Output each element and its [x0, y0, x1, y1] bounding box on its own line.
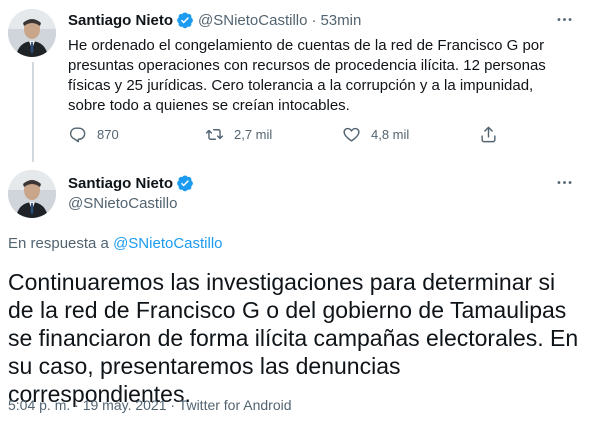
author-name[interactable]: Santiago Nieto: [68, 12, 173, 29]
avatar[interactable]: [8, 170, 56, 218]
reply-text: Continuaremos las investigaciones para d…: [8, 269, 579, 407]
tweet-time[interactable]: 53min: [320, 12, 361, 29]
tweet-actions: 870 2,7 mil 4,8 mil: [68, 125, 498, 144]
in-reply-to: En respuesta a @SNietoCastillo: [8, 235, 223, 252]
separator-dot: ·: [311, 11, 317, 29]
tweet-timestamp[interactable]: 5:04 p. m. · 19 may. 2021 · Twitter for …: [8, 397, 292, 413]
tweet-text: He ordenado el congelamiento de cuentas …: [68, 37, 546, 114]
reply-icon: [69, 127, 86, 143]
more-options-icon[interactable]: [555, 173, 574, 197]
reply-button[interactable]: 870: [68, 125, 168, 144]
avatar[interactable]: [8, 9, 56, 57]
share-button[interactable]: [479, 125, 498, 144]
author-handle[interactable]: @SNietoCastillo: [198, 12, 307, 29]
share-icon: [481, 126, 496, 143]
more-options-icon[interactable]: [555, 10, 574, 34]
author-name[interactable]: Santiago Nieto: [68, 175, 173, 192]
verified-badge-icon: [176, 174, 194, 192]
in-reply-handle-link[interactable]: @SNietoCastillo: [113, 235, 222, 252]
thread-connector-line: [32, 62, 34, 162]
retweet-count: 2,7 mil: [234, 127, 273, 142]
reply-count: 870: [97, 127, 119, 142]
in-reply-prefix: En respuesta a: [8, 235, 109, 252]
retweet-icon: [205, 129, 224, 140]
tweet-header: Santiago Nieto @SNietoCastillo · 53min: [68, 11, 361, 29]
verified-badge-icon: [176, 11, 194, 29]
like-button[interactable]: 4,8 mil: [342, 125, 442, 144]
like-icon: [343, 127, 360, 142]
like-count: 4,8 mil: [371, 127, 410, 142]
author-handle[interactable]: @SNietoCastillo: [68, 195, 177, 212]
reply-header: Santiago Nieto: [68, 174, 194, 192]
retweet-button[interactable]: 2,7 mil: [205, 125, 305, 144]
